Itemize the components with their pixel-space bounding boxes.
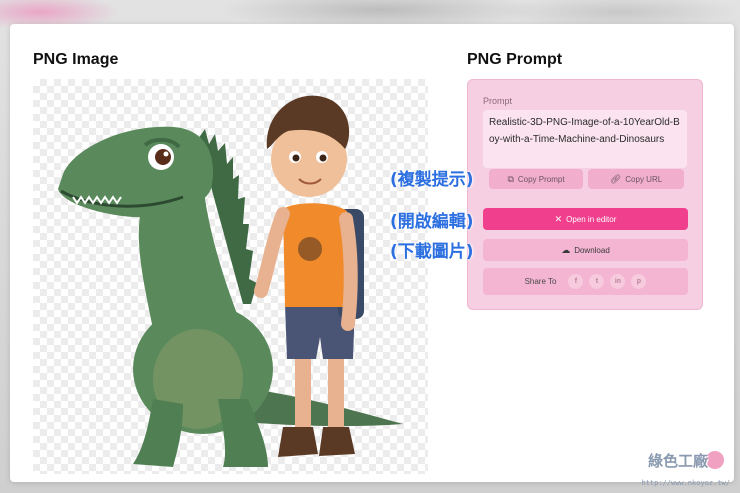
png-prompt-heading: PNG Prompt [467,51,563,68]
share-label: Share To [524,277,557,286]
content-card: PNG Image PNG Prompt Prompt Realistic-3D… [10,24,734,482]
png-image-preview [33,79,428,474]
magic-wand-icon: ✕ [554,213,563,224]
watermark-title: 綠色工廠 [647,452,708,470]
watermark: 綠色工廠 http://www.nkoyoz.tw/ [626,445,734,489]
facebook-icon[interactable]: f [568,274,584,289]
download-button[interactable]: ☁ Download [483,239,688,261]
link-icon: 🔗︎ [609,173,622,184]
open-editor-label: Open in editor [566,214,617,224]
annotation-copy: (複製提示) [390,170,474,190]
copy-prompt-button[interactable]: ⧉ Copy Prompt [489,169,583,189]
prompt-panel: Prompt Realistic-3D-PNG-Image-of-a-10Yea… [467,79,703,310]
png-image-heading: PNG Image [33,51,119,68]
share-bar: Share To f t in p [483,268,688,295]
pinterest-icon[interactable]: p [631,274,647,289]
twitter-icon[interactable]: t [589,274,605,289]
copy-url-button[interactable]: 🔗︎ Copy URL [588,169,684,189]
annotation-download: (下載圖片) [390,242,474,262]
copy-url-label: Copy URL [625,174,663,184]
watermark-url: http://www.nkoyoz.tw/ [641,479,730,487]
open-in-editor-button[interactable]: ✕ Open in editor [483,208,688,230]
prompt-text[interactable]: Realistic-3D-PNG-Image-of-a-10YearOld-Bo… [483,110,687,168]
copy-icon: ⧉ [507,173,514,184]
download-label: Download [574,245,610,255]
prompt-label: Prompt [483,96,513,106]
copy-prompt-label: Copy Prompt [517,174,565,184]
cloud-download-icon: ☁ [561,244,571,255]
linkedin-icon[interactable]: in [610,274,626,289]
annotation-edit: (開啟編輯) [390,212,474,232]
dinosaur-boy-illustration [58,95,403,467]
